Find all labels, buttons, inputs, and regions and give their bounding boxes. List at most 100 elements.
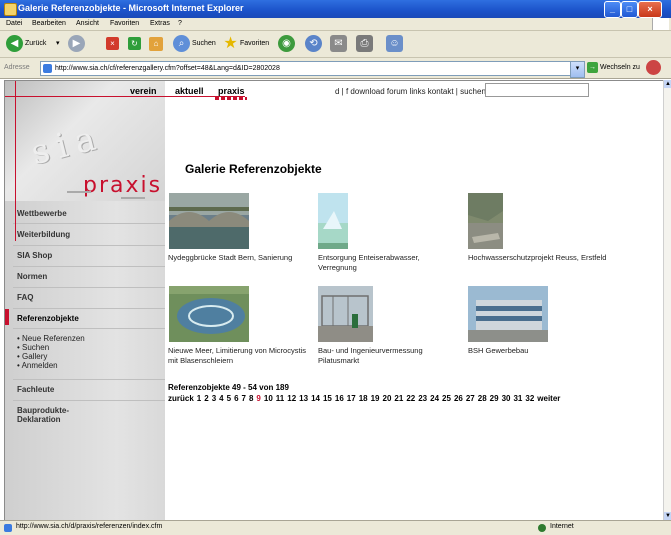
pager-page-link[interactable]: 7 — [242, 394, 246, 403]
pager-prev-link[interactable]: zurück — [168, 394, 194, 403]
scroll-down-icon[interactable]: ▼ — [664, 512, 671, 520]
menu-datei[interactable]: Datei — [6, 20, 22, 27]
favorites-star-icon[interactable]: ★ — [222, 35, 239, 52]
home-icon[interactable]: ⌂ — [149, 37, 163, 51]
menu-bearbeiten[interactable]: Bearbeiten — [32, 20, 66, 27]
close-button[interactable]: × — [638, 1, 662, 18]
pager-page-link[interactable]: 29 — [490, 394, 499, 403]
pager-page-link[interactable]: 19 — [371, 394, 380, 403]
pager-next-link[interactable]: weiter — [537, 394, 560, 403]
pager-page-link[interactable]: 24 — [430, 394, 439, 403]
pager-page-link[interactable]: 9 — [256, 394, 260, 403]
pager-page-link[interactable]: 23 — [418, 394, 427, 403]
pager-page-link[interactable]: 3 — [212, 394, 216, 403]
pager-page-link[interactable]: 27 — [466, 394, 475, 403]
pager-page-link[interactable]: 28 — [478, 394, 487, 403]
menu-extras[interactable]: Extras — [150, 20, 170, 27]
back-arrow-icon[interactable]: ◀ — [6, 35, 23, 52]
sidebar-item-normen[interactable]: Normen — [17, 272, 47, 281]
menu-ansicht[interactable]: Ansicht — [76, 20, 99, 27]
maximize-button[interactable]: □ — [621, 1, 638, 18]
sidebar-item-fachleute[interactable]: Fachleute — [17, 385, 54, 394]
caption-item-4[interactable]: Nieuwe Meer, Limitierung von Microcystis… — [168, 346, 308, 366]
menu-help[interactable]: ? — [178, 20, 182, 27]
pager-page-link[interactable]: 32 — [525, 394, 534, 403]
pager-page-link[interactable]: 11 — [276, 394, 284, 403]
address-input[interactable]: http://www.sia.ch/cf/referenzgallery.cfm… — [40, 61, 572, 76]
caption-item-6[interactable]: BSH Gewerbebau — [468, 346, 608, 356]
caption-item-1[interactable]: Nydeggbrücke Stadt Bern, Sanierung — [168, 253, 308, 263]
sidebar: sia praxis Wettbewerbe Weiterbildung SIA… — [5, 81, 165, 521]
topnav-aktuell[interactable]: aktuell — [175, 86, 204, 96]
print-icon[interactable]: ⎙ — [356, 35, 373, 52]
thumbnail-pilatusmarkt[interactable] — [318, 286, 373, 342]
pager-page-link[interactable]: 18 — [359, 394, 368, 403]
stop-icon[interactable]: × — [106, 37, 119, 50]
pager-page-link[interactable]: 1 — [197, 394, 201, 403]
sidebar-item-faq[interactable]: FAQ — [17, 293, 33, 302]
pager-page-link[interactable]: 22 — [406, 394, 415, 403]
caption-item-5[interactable]: Bau- und Ingenieurvermessung Pilatusmark… — [318, 346, 458, 366]
pager-page-link[interactable]: 13 — [299, 394, 308, 403]
back-dropdown-icon[interactable]: ▾ — [56, 35, 60, 53]
thumbnail-hochwasserschutz[interactable] — [468, 193, 503, 249]
pager-page-link[interactable]: 5 — [227, 394, 231, 403]
subnav-gallery[interactable]: • Gallery — [17, 352, 47, 361]
caption-item-3[interactable]: Hochwasserschutzprojekt Reuss, Erstfeld — [468, 253, 608, 263]
pager-page-link[interactable]: 4 — [219, 394, 223, 403]
pager-page-link[interactable]: 16 — [335, 394, 344, 403]
address-url[interactable]: http://www.sia.ch/cf/referenzgallery.cfm… — [55, 62, 280, 75]
media-icon[interactable]: ◉ — [278, 35, 295, 52]
favorites-button-label[interactable]: Favoriten — [240, 35, 269, 53]
topnav-verein[interactable]: verein — [130, 86, 157, 96]
sidebar-item-deklaration[interactable]: Deklaration — [17, 415, 61, 424]
thumbnail-nieuwe-meer[interactable] — [169, 286, 249, 342]
history-icon[interactable]: ⟲ — [305, 35, 322, 52]
thumbnail-nydeggbruecke[interactable] — [169, 193, 249, 249]
top-utility-links[interactable]: d | f download forum links kontakt | suc… — [335, 87, 486, 96]
sidebar-item-wettbewerbe[interactable]: Wettbewerbe — [17, 209, 67, 218]
subnav-anmelden[interactable]: • Anmelden — [17, 361, 58, 370]
topnav-praxis[interactable]: praxis — [218, 86, 245, 96]
sidebar-item-bauprodukte[interactable]: Bauprodukte- — [17, 406, 69, 415]
search-button-label[interactable]: Suchen — [192, 35, 216, 53]
caption-item-2[interactable]: Entsorgung Enteiserabwasser, Verregnung — [318, 253, 458, 273]
pager-page-link[interactable]: 8 — [249, 394, 253, 403]
pager-page-link[interactable]: 31 — [513, 394, 522, 403]
scroll-up-icon[interactable]: ▲ — [664, 80, 671, 88]
messenger-icon[interactable]: ☺ — [386, 35, 403, 52]
sidebar-item-weiterbildung[interactable]: Weiterbildung — [17, 230, 70, 239]
refresh-icon[interactable]: ↻ — [128, 37, 141, 50]
back-button-label[interactable]: Zurück — [25, 35, 46, 53]
go-button[interactable]: → Wechseln zu — [587, 62, 640, 73]
pager-page-link[interactable]: 6 — [234, 394, 238, 403]
pager-page-link[interactable]: 30 — [502, 394, 511, 403]
address-dropdown-icon[interactable]: ▾ — [570, 61, 585, 78]
vertical-scrollbar[interactable]: ▲ ▼ — [663, 80, 671, 520]
sidebar-item-referenzobjekte[interactable]: Referenzobjekte — [17, 314, 79, 323]
search-icon[interactable]: ⌕ — [173, 35, 190, 52]
pager-page-link[interactable]: 10 — [264, 394, 273, 403]
pager-page-link[interactable]: 14 — [311, 394, 320, 403]
pager-page-link[interactable]: 2 — [204, 394, 208, 403]
pager-page-link[interactable]: 26 — [454, 394, 463, 403]
sidebar-item-sia-shop[interactable]: SIA Shop — [17, 251, 52, 260]
pager-page-link[interactable]: 21 — [394, 394, 403, 403]
active-marker — [5, 309, 9, 325]
subnav-suchen[interactable]: • Suchen — [17, 343, 49, 352]
minimize-button[interactable]: _ — [604, 1, 621, 18]
pager-page-link[interactable]: 25 — [442, 394, 451, 403]
subnav-neue-referenzen[interactable]: • Neue Referenzen — [17, 334, 85, 343]
pager-page-link[interactable]: 17 — [347, 394, 356, 403]
pager-page-link[interactable]: 20 — [383, 394, 392, 403]
search-input[interactable] — [485, 83, 589, 97]
mail-icon[interactable]: ✉ — [330, 35, 347, 52]
thumbnail-bsh-gewerbebau[interactable] — [468, 286, 548, 342]
forward-arrow-icon[interactable]: ▶ — [68, 35, 85, 52]
links-icon[interactable] — [646, 60, 661, 75]
menu-favoriten[interactable]: Favoriten — [110, 20, 139, 27]
pager-page-link[interactable]: 15 — [323, 394, 332, 403]
internet-zone-icon — [538, 524, 546, 532]
thumbnail-enteiserabwasser[interactable] — [318, 193, 348, 249]
pager-page-link[interactable]: 12 — [287, 394, 296, 403]
